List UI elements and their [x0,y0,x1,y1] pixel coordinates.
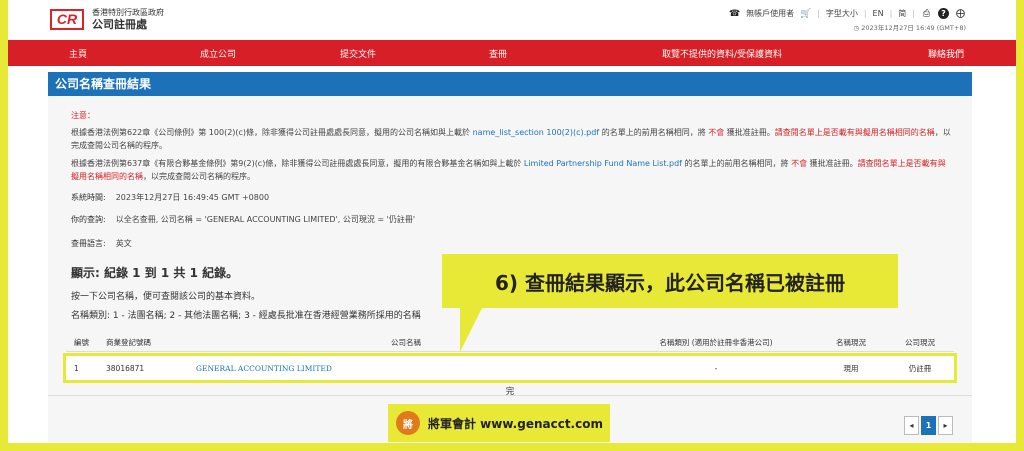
query-value: 以全名查冊, 公司名稱 = 'GENERAL ACCOUNTING LIMITE… [115,215,416,224]
col-company-status: 公司現況 [905,338,935,347]
logo-registry-name: 公司註冊處 [92,18,147,31]
cell-name-status: 現用 [843,363,859,373]
prev-page-button[interactable]: ◂ [904,416,919,435]
print-icon[interactable]: ⎙ [921,8,932,19]
logo-text: 香港特別行政區政府 公司註冊處 [92,8,164,32]
cell-name-category: - [714,363,718,373]
table-header: 編號 商業登記號碼 公司名稱 名稱類別 (適用於註冊非香港公司) 名稱現況 公司… [66,334,954,352]
header-datetime: ◷ 2023年12月27日 16:49 (GMT+8) [854,22,966,32]
note-text: 根據香港法例第622章《公司條例》第 100(2)(c)條，除非獲得公司註冊處處… [71,128,473,137]
main-nav: 主頁 成立公司 提交文件 查冊 取覽不提供的資料/受保護資料 聯絡我們 [8,40,1016,66]
help-icon[interactable]: ? [938,8,949,19]
query-label: 你的查詢: [71,215,106,224]
col-name-status: 名稱現況 [836,338,866,347]
language-value: 英文 [115,239,132,248]
annotation-callout: 6) 查冊結果顯示，此公司名稱已被註冊 [442,254,898,308]
next-page-button[interactable]: ▸ [938,416,953,435]
note-text: 的名單上的前用名稱相同，將 [599,128,709,137]
divider: | [863,9,867,18]
cart-icon[interactable]: 🛒 [800,8,811,19]
page-1-button[interactable]: 1 [921,416,936,435]
logo-gov-name: 香港特別行政區政府 [92,8,164,17]
nav-submit-documents[interactable]: 提交文件 [288,47,428,60]
lang-zh-link[interactable]: 简 [898,8,906,19]
divider [48,395,972,396]
brand-watermark: 將 將軍會計 www.genacct.com [388,404,610,442]
name-category-legend: 名稱類別: 1 - 法團名稱; 2 - 其他法團名稱; 3 - 經處長批准在香港… [71,311,421,321]
share-icon[interactable]: ⨁ [955,8,966,19]
name-list-pdf-link[interactable]: name_list_section 100(2)(c).pdf [473,128,600,137]
search-language: 查冊語言: 英文 [71,238,132,249]
nav-contact[interactable]: 聯絡我們 [876,47,1016,60]
note-warning: 不會 [708,128,725,137]
page-title: 公司名稱查冊結果 [48,72,972,96]
nav-search[interactable]: 查冊 [428,47,568,60]
brand-logo: 將 [396,411,420,435]
col-company-name: 公司名稱 [391,338,421,347]
results-hint: 按一下公司名稱，便可查閱該公司的基本資料。 [71,292,261,302]
table-row: 1 38016871 GENERAL ACCOUNTING LIMITED - … [63,353,957,383]
cell-number: 1 [74,363,79,373]
lang-en-link[interactable]: EN [873,9,884,18]
brand-text: 將軍會計 www.genacct.com [428,416,603,431]
note-warning: 請查閱名單上是否載有與擬用名稱相同的名稱 [774,128,935,137]
divider: | [817,9,820,18]
system-time: 系統時間: 2023年12月27日 16:49:45 GMT +0800 [71,192,269,203]
note-warning: 不會 [791,159,808,168]
note-label: 注意： [71,111,95,120]
nav-protected-info[interactable]: 取覽不提供的資料/受保護資料 [568,47,876,60]
col-br-number: 商業登記號碼 [106,338,151,347]
note-text: 根據香港法例第637章《有限合夥基金條例》第9(2)(c)條，除非獲得公司註冊處… [71,159,524,168]
clock-icon: ◷ [853,24,860,32]
browser-page: CR 香港特別行政區政府 公司註冊處 ☎ 無帳戶使用者 🛒 | 字型大小 | E… [8,0,1016,443]
note-paragraph-2: 根據香港法例第637章《有限合夥基金條例》第9(2)(c)條，除非獲得公司註冊處… [71,157,951,183]
site-header: CR 香港特別行政區政府 公司註冊處 ☎ 無帳戶使用者 🛒 | 字型大小 | E… [8,0,1016,40]
language-label: 查冊語言: [71,239,106,248]
nav-incorporate[interactable]: 成立公司 [148,47,288,60]
cell-br-number: 38016871 [106,363,145,373]
system-time-label: 系統時間: [71,193,106,202]
nav-home[interactable]: 主頁 [8,47,148,60]
note-text: 獲批准註冊。 [807,159,858,168]
results-count-heading: 顯示: 紀錄 1 到 1 共 1 紀錄。 [71,266,239,280]
header-toolbar: ☎ 無帳戶使用者 🛒 | 字型大小 | EN | 简 | ⎙ ? ⨁ [729,8,966,19]
divider: | [889,9,893,18]
col-name-category: 名稱類別 (適用於註冊非香港公司) [659,338,773,347]
cell-company-name: GENERAL ACCOUNTING LIMITED [196,364,616,373]
note-text: 獲批准註冊。 [724,128,775,137]
col-number: 編號 [74,338,89,347]
query-summary: 你的查詢: 以全名查冊, 公司名稱 = 'GENERAL ACCOUNTING L… [71,214,415,225]
results-table: 編號 商業登記號碼 公司名稱 名稱類別 (適用於註冊非香港公司) 名稱現況 公司… [63,334,957,383]
company-name-link[interactable]: GENERAL ACCOUNTING LIMITED [196,364,332,373]
cr-logo[interactable]: CR [50,9,84,30]
headset-icon: ☎ [729,8,741,19]
cell-company-status: 仍註冊 [908,363,932,373]
note-paragraph-1: 根據香港法例第622章《公司條例》第 100(2)(c)條，除非獲得公司註冊處處… [71,126,951,152]
system-time-value: 2023年12月27日 16:49:45 GMT +0800 [115,193,270,202]
note-text: 的名單上的前用名稱相同，將 [681,159,792,168]
lpf-name-list-pdf-link[interactable]: Limited Partnership Fund Name List.pdf [524,159,682,168]
font-size-link[interactable]: 字型大小 [826,8,858,19]
pagination: ◂ 1 ▸ [904,416,953,435]
divider: | [912,9,915,18]
note-text: ，以完成查閱公司名稱的程序。 [143,172,255,181]
account-link[interactable]: 無帳戶使用者 [746,8,794,19]
header-datetime-text: 2023年12月27日 16:49 (GMT+8) [861,24,966,32]
